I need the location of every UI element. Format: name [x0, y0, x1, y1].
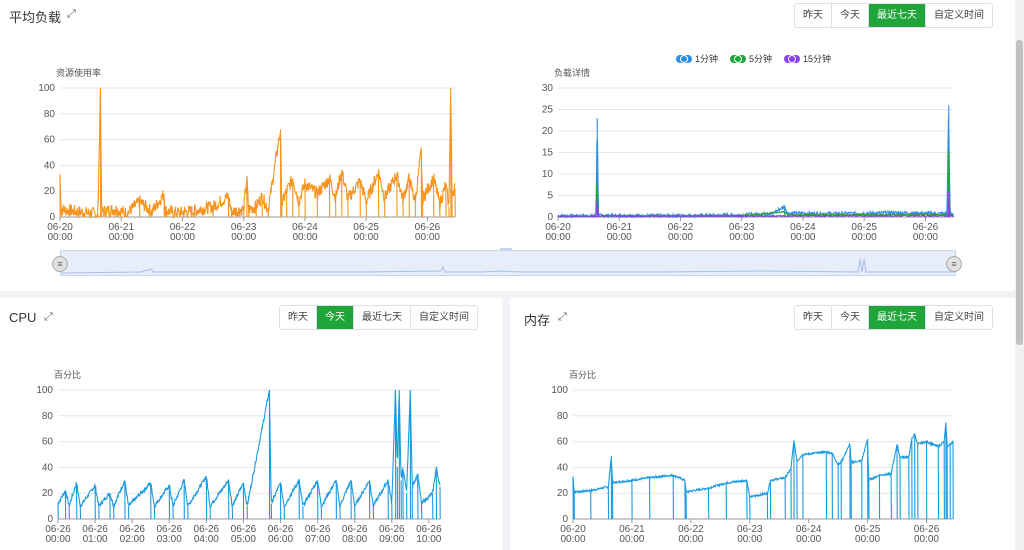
y-tick-label: 25 — [542, 105, 554, 116]
x-tick-label: 07:00 — [305, 534, 330, 545]
x-tick-label: 04:00 — [194, 534, 219, 545]
series-line — [557, 105, 954, 220]
x-tick-label: 00:00 — [545, 232, 570, 243]
memory-panel: 内存 ⤢ 昨天 今天 最近七天 自定义时间 百分比 0 20 40 60 80 100 06-… — [510, 298, 1015, 550]
y-tick-label: 20 — [42, 488, 54, 499]
y-axis-title: 百分比 — [569, 369, 596, 380]
x-tick-label: 00:00 — [852, 232, 877, 243]
x-tick-label: 00:00 — [607, 232, 632, 243]
x-tick-label: 00:00 — [914, 534, 939, 545]
x-tick-label: 06:00 — [268, 534, 293, 545]
y-tick-label: 5 — [547, 191, 553, 202]
load-detail-chart: 负载详情05101520253006-2000:0006-2100:0006-2… — [542, 67, 954, 243]
y-tick-label: 80 — [557, 411, 569, 422]
x-tick-label: 00:00 — [737, 534, 762, 545]
y-tick-label: 30 — [542, 83, 554, 94]
x-tick-label: 00:00 — [729, 232, 754, 243]
series-line — [57, 389, 441, 520]
x-tick-label: 02:00 — [120, 534, 145, 545]
y-tick-label: 20 — [542, 126, 554, 137]
x-tick-label: 01:00 — [83, 534, 108, 545]
y-tick-label: 100 — [36, 385, 53, 396]
x-tick-label: 05:00 — [231, 534, 256, 545]
x-tick-label: 00:00 — [796, 534, 821, 545]
x-tick-label: 00:00 — [678, 534, 703, 545]
x-tick-label: 10:00 — [416, 534, 441, 545]
x-tick-label: 09:00 — [379, 534, 404, 545]
x-tick-label: 00:00 — [619, 534, 644, 545]
zoom-handle-right[interactable]: ≡ — [946, 256, 962, 272]
series-line — [557, 152, 954, 218]
x-tick-label: 00:00 — [668, 232, 693, 243]
zoom-grip[interactable] — [500, 248, 512, 251]
cpu-panel: CPU ⤢ 昨天 今天 最近七天 自定义时间 百分比 0 20 40 60 80 100 06… — [0, 298, 502, 550]
y-tick-label: 60 — [42, 437, 54, 448]
y-tick-label: 15 — [542, 148, 554, 159]
y-tick-label: 80 — [42, 411, 54, 422]
y-tick-label: 20 — [557, 488, 569, 499]
x-tick-label: 00:00 — [790, 232, 815, 243]
load-panel: 平均负载 ⤢ 昨天 今天 最近七天 自定义时间 1分钟 5分钟 15分钟 资源使… — [0, 0, 1015, 291]
zoom-slider[interactable] — [60, 250, 956, 276]
x-tick-label: 00:00 — [913, 232, 938, 243]
cpu-chart: 百分比02040608010006-2600:0006-2601:0006-26… — [36, 369, 442, 545]
y-tick-label: 100 — [551, 385, 568, 396]
memory-chart: 百分比02040608010006-2000:0006-2100:0006-22… — [551, 369, 954, 545]
series-line — [572, 422, 954, 520]
page-scrollbar[interactable] — [1015, 0, 1024, 550]
y-tick-label: 40 — [42, 462, 54, 473]
y-axis-title: 百分比 — [54, 369, 81, 380]
x-tick-label: 03:00 — [157, 534, 182, 545]
zoom-handle-left[interactable]: ≡ — [52, 256, 68, 272]
x-tick-label: 08:00 — [342, 534, 367, 545]
x-tick-label: 00:00 — [560, 534, 585, 545]
x-tick-label: 00:00 — [855, 534, 880, 545]
scrollbar-thumb[interactable] — [1016, 40, 1023, 345]
y-tick-label: 40 — [557, 462, 569, 473]
y-tick-label: 60 — [557, 437, 569, 448]
y-tick-label: 10 — [542, 169, 554, 180]
zoom-preview — [60, 258, 955, 274]
y-axis-title: 负载详情 — [554, 67, 590, 78]
x-tick-label: 00:00 — [45, 534, 70, 545]
